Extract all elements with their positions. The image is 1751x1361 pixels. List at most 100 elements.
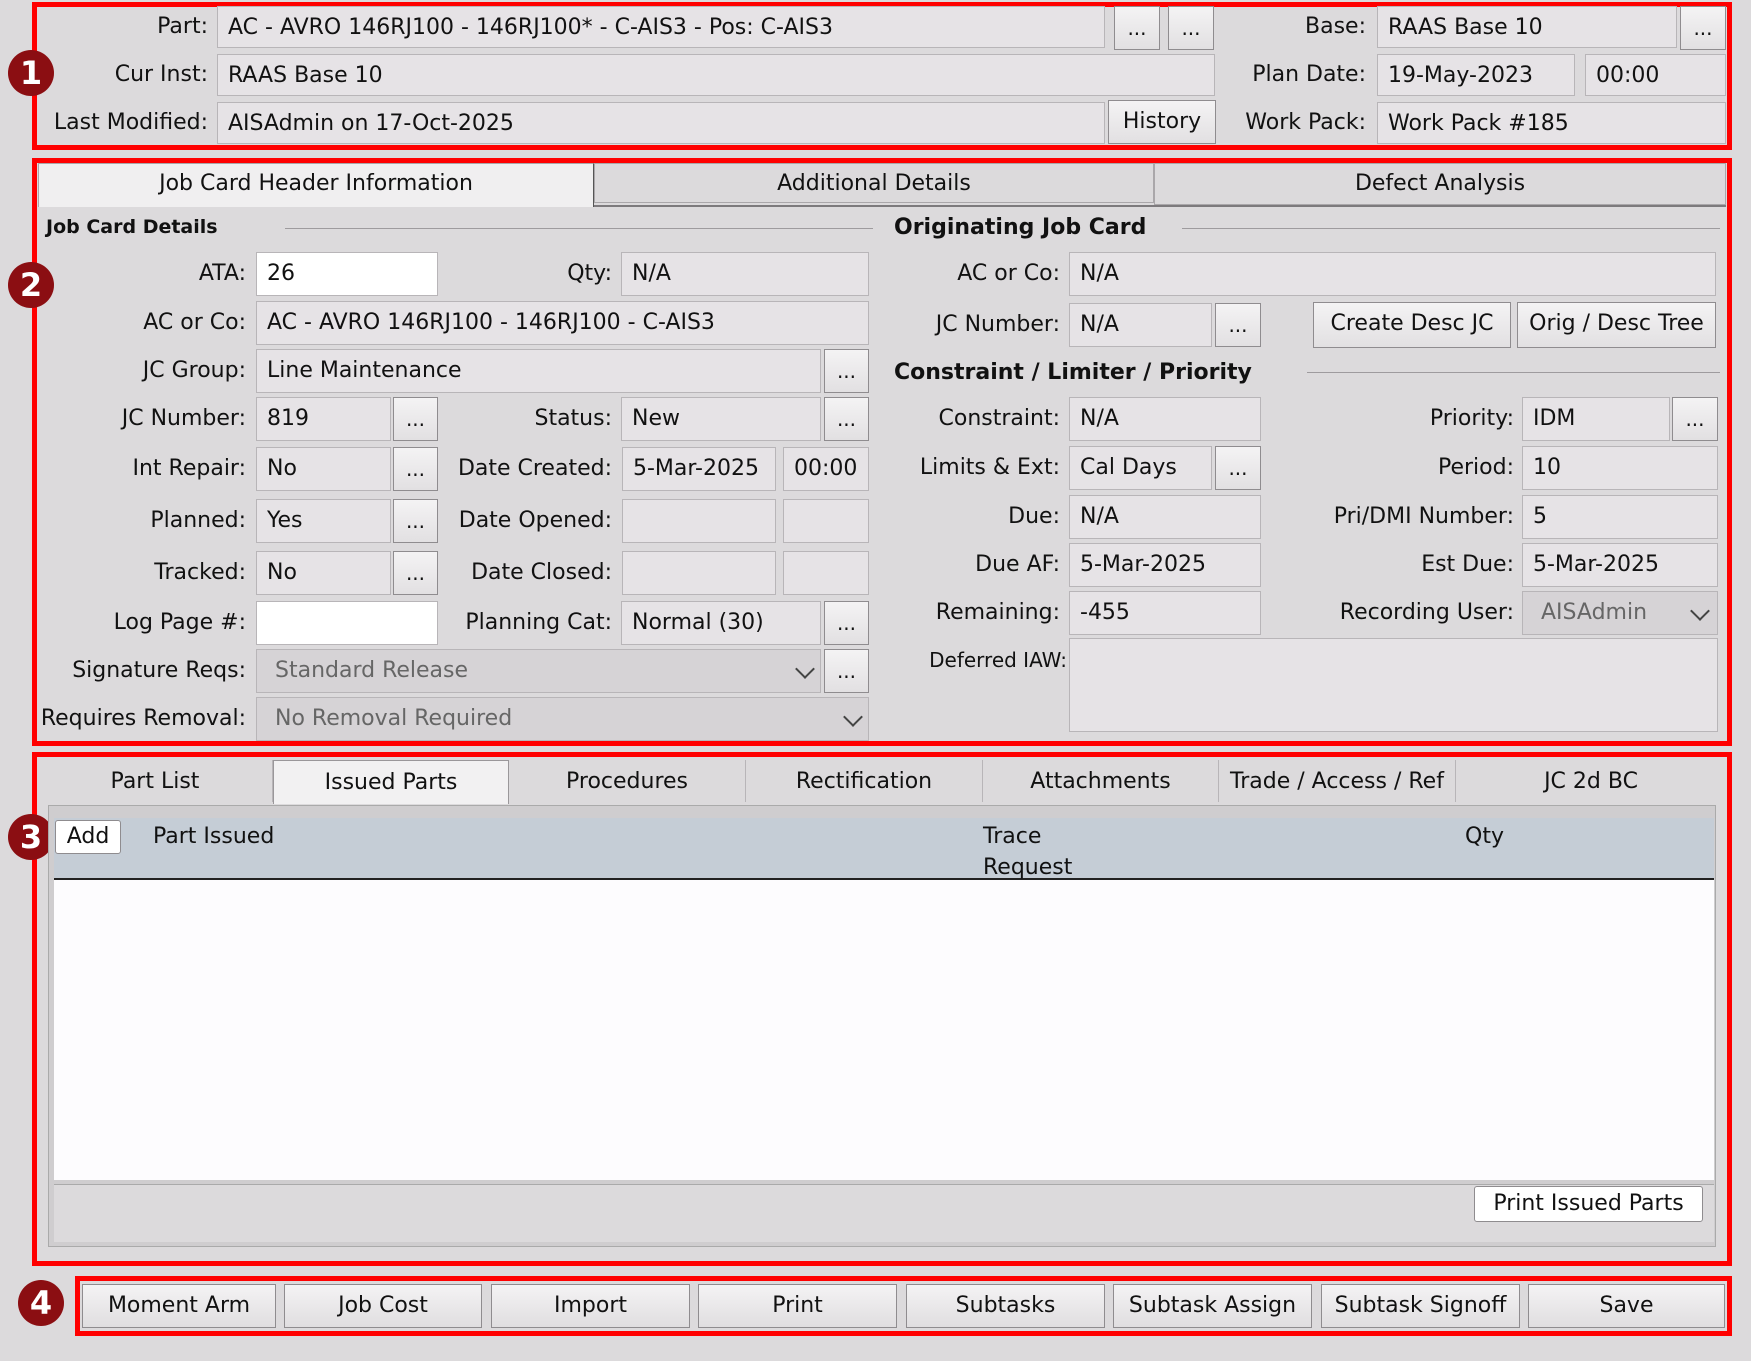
originating-job-card-rule	[1182, 228, 1720, 229]
period-label: Period:	[1437, 455, 1514, 480]
tab-part-list[interactable]: Part List	[38, 760, 273, 802]
base-label: Base:	[1305, 14, 1366, 39]
remaining-label: Remaining:	[935, 600, 1060, 625]
deferred-iaw-field[interactable]	[1069, 638, 1718, 732]
last-modified-field: AISAdmin on 17-Oct-2025	[217, 102, 1105, 144]
import-button[interactable]: Import	[491, 1284, 690, 1328]
qty-label: Qty:	[567, 261, 612, 286]
limits-ext-browse-button[interactable]: ...	[1215, 446, 1261, 490]
issued-parts-footer-bar	[54, 1184, 1714, 1242]
requires-removal-select[interactable]: No Removal Required	[256, 697, 869, 741]
work-pack-label: Work Pack:	[1245, 110, 1366, 135]
qty-field: N/A	[621, 252, 869, 296]
job-cost-button[interactable]: Job Cost	[284, 1284, 482, 1328]
constraint-field: N/A	[1069, 397, 1261, 441]
orig-desc-tree-button[interactable]: Orig / Desc Tree	[1517, 302, 1716, 348]
part-field[interactable]: AC - AVRO 146RJ100 - 146RJ100* - C-AIS3 …	[217, 6, 1105, 48]
constraint-limiter-rule	[1307, 372, 1720, 373]
print-button[interactable]: Print	[698, 1284, 897, 1328]
date-closed-field	[622, 551, 776, 595]
signature-reqs-browse-button[interactable]: ...	[824, 649, 869, 693]
print-issued-parts-button[interactable]: Print Issued Parts	[1474, 1186, 1703, 1222]
pri-dmi-number-label: Pri/DMI Number:	[1333, 504, 1514, 529]
base-field: RAAS Base 10	[1377, 6, 1677, 48]
subtask-assign-button[interactable]: Subtask Assign	[1113, 1284, 1312, 1328]
planning-cat-label: Planning Cat:	[465, 610, 612, 635]
signature-reqs-label: Signature Reqs:	[72, 658, 246, 683]
est-due-field: 5-Mar-2025	[1522, 543, 1718, 587]
due-label: Due:	[1008, 504, 1060, 529]
planned-browse-button[interactable]: ...	[393, 499, 438, 543]
signature-reqs-select[interactable]: Standard Release	[256, 649, 821, 693]
tab-job-card-header-information[interactable]: Job Card Header Information	[38, 163, 594, 207]
orig-jc-number-browse-button[interactable]: ...	[1215, 303, 1261, 347]
date-opened-label: Date Opened:	[458, 508, 612, 533]
tab-rectification[interactable]: Rectification	[746, 760, 983, 802]
pri-dmi-number-field: 5	[1522, 495, 1718, 539]
requires-removal-label: Requires Removal:	[40, 706, 246, 731]
recording-user-select[interactable]: AISAdmin	[1522, 591, 1718, 635]
tab-attachments[interactable]: Attachments	[983, 760, 1219, 802]
base-browse-button[interactable]: ...	[1680, 6, 1726, 50]
history-button[interactable]: History	[1108, 100, 1216, 144]
subtask-signoff-button[interactable]: Subtask Signoff	[1321, 1284, 1520, 1328]
save-button[interactable]: Save	[1528, 1284, 1725, 1328]
cur-inst-field: RAAS Base 10	[217, 54, 1215, 96]
orig-ac-or-co-label: AC or Co:	[957, 261, 1060, 286]
deferred-iaw-label: Deferred IAW:	[929, 648, 1067, 672]
recording-user-label: Recording User:	[1339, 600, 1514, 625]
jc-group-label: JC Group:	[142, 358, 246, 383]
limits-ext-field: Cal Days	[1069, 446, 1212, 490]
int-repair-browse-button[interactable]: ...	[393, 447, 438, 491]
col-header-part-issued[interactable]: Part Issued	[153, 824, 274, 849]
log-page-input[interactable]	[256, 601, 438, 645]
ata-input[interactable]: 26	[256, 252, 438, 296]
date-created-label: Date Created:	[457, 456, 612, 481]
col-header-trace-request[interactable]: Request	[983, 855, 1072, 880]
log-page-label: Log Page #:	[113, 610, 246, 635]
time-opened-field	[783, 499, 869, 543]
due-af-label: Due AF:	[975, 552, 1060, 577]
jc-group-field: Line Maintenance	[256, 349, 821, 393]
tab-trade-access-ref[interactable]: Trade / Access / Ref	[1219, 760, 1456, 802]
planning-cat-browse-button[interactable]: ...	[824, 601, 869, 645]
priority-label: Priority:	[1429, 406, 1514, 431]
est-due-label: Est Due:	[1421, 552, 1514, 577]
constraint-label: Constraint:	[938, 406, 1060, 431]
remaining-field: -455	[1069, 591, 1261, 635]
priority-browse-button[interactable]: ...	[1672, 397, 1718, 441]
subtasks-button[interactable]: Subtasks	[906, 1284, 1105, 1328]
date-closed-label: Date Closed:	[471, 560, 612, 585]
orig-jc-number-field: N/A	[1069, 303, 1212, 347]
jc-number-browse-button[interactable]: ...	[393, 397, 438, 441]
col-header-trace[interactable]: Trace	[983, 824, 1041, 849]
ac-or-co-label: AC or Co:	[143, 310, 246, 335]
tab-jc-2d-bc[interactable]: JC 2d BC	[1456, 760, 1726, 802]
moment-arm-button[interactable]: Moment Arm	[82, 1284, 276, 1328]
tab-defect-analysis[interactable]: Defect Analysis	[1154, 163, 1726, 205]
issued-parts-table-body[interactable]	[54, 880, 1714, 1180]
ata-label: ATA:	[198, 261, 246, 286]
tab-additional-details[interactable]: Additional Details	[594, 163, 1154, 203]
col-header-qty[interactable]: Qty	[1465, 824, 1504, 849]
status-browse-button[interactable]: ...	[824, 397, 869, 441]
tab-issued-parts[interactable]: Issued Parts	[273, 760, 509, 804]
plan-date-field[interactable]: 19-May-2023	[1377, 54, 1575, 96]
plan-date-label: Plan Date:	[1252, 62, 1366, 87]
add-button[interactable]: Add	[55, 820, 121, 854]
originating-job-card-heading: Originating Job Card	[894, 215, 1147, 240]
planned-label: Planned:	[150, 508, 246, 533]
jc-group-browse-button[interactable]: ...	[824, 349, 869, 393]
date-created-field: 5-Mar-2025	[622, 447, 776, 491]
create-desc-jc-button[interactable]: Create Desc JC	[1313, 302, 1511, 348]
status-label: Status:	[534, 406, 612, 431]
orig-jc-number-label: JC Number:	[935, 312, 1060, 337]
part-browse-button-1[interactable]: ...	[1114, 6, 1160, 50]
part-browse-button-2[interactable]: ...	[1168, 6, 1214, 50]
last-modified-label: Last Modified:	[53, 110, 208, 135]
tracked-browse-button[interactable]: ...	[393, 551, 438, 595]
tracked-field: No	[256, 551, 391, 595]
tab-procedures[interactable]: Procedures	[509, 760, 746, 802]
section-badge-4: 4	[18, 1280, 64, 1326]
plan-time-field[interactable]: 00:00	[1585, 54, 1726, 96]
